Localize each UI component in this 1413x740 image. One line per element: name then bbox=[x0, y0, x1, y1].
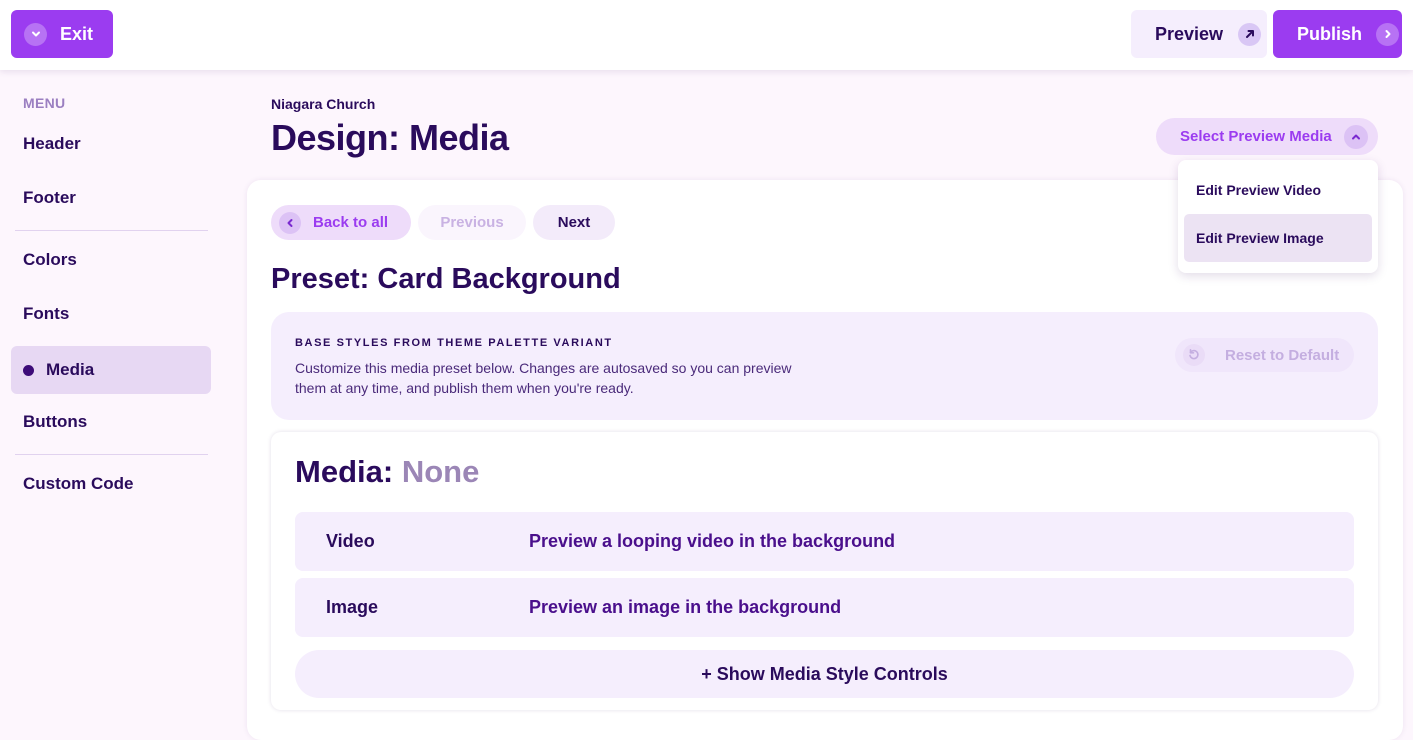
publish-button[interactable]: Publish bbox=[1273, 10, 1402, 58]
sidebar-item-label: Header bbox=[23, 134, 81, 153]
base-styles-label: BASE STYLES FROM THEME PALETTE VARIANT bbox=[295, 337, 613, 349]
preview-media-dropdown: Edit Preview Video Edit Preview Image bbox=[1178, 160, 1378, 273]
edit-preview-video-option[interactable]: Edit Preview Video bbox=[1184, 166, 1372, 214]
sidebar-item-media[interactable]: Media bbox=[11, 346, 211, 394]
media-card: Media: None Video Preview a looping vide… bbox=[271, 432, 1378, 710]
sidebar-item-label: Buttons bbox=[23, 412, 88, 431]
sidebar: MENU Header Footer Colors Fonts Media Bu… bbox=[0, 70, 220, 718]
media-title-value: None bbox=[401, 454, 480, 489]
chevron-left-icon bbox=[279, 211, 301, 234]
next-label: Next bbox=[557, 214, 591, 231]
preview-button[interactable]: Preview bbox=[1131, 10, 1267, 58]
sidebar-divider bbox=[15, 454, 208, 455]
exit-button[interactable]: Exit bbox=[11, 10, 113, 58]
sidebar-item-label: Fonts bbox=[23, 304, 70, 323]
sidebar-item-label: Colors bbox=[23, 250, 77, 269]
publish-label: Publish bbox=[1297, 23, 1363, 44]
sidebar-item-label: Custom Code bbox=[23, 474, 134, 493]
sidebar-item-buttons[interactable]: Buttons bbox=[11, 398, 211, 446]
media-option-image[interactable]: Image Preview an image in the background bbox=[295, 578, 1354, 637]
chevron-right-icon bbox=[1376, 22, 1400, 46]
base-styles-description: Customize this media preset below. Chang… bbox=[295, 360, 792, 396]
sidebar-item-label: Media bbox=[46, 360, 95, 379]
preview-label: Preview bbox=[1155, 23, 1224, 44]
media-option-name: Image bbox=[326, 597, 379, 617]
menu-label: MENU bbox=[23, 95, 66, 111]
next-button[interactable]: Next bbox=[533, 205, 615, 240]
reset-icon bbox=[1183, 344, 1205, 366]
previous-button[interactable]: Previous bbox=[418, 205, 526, 240]
dropdown-item-label: Edit Preview Video bbox=[1196, 182, 1322, 198]
base-styles-panel: BASE STYLES FROM THEME PALETTE VARIANT C… bbox=[271, 312, 1378, 420]
reset-to-default-button[interactable]: Reset to Default bbox=[1175, 338, 1354, 372]
sidebar-item-label: Footer bbox=[23, 188, 76, 207]
sidebar-item-footer[interactable]: Footer bbox=[11, 174, 211, 222]
select-preview-media-label: Select Preview Media bbox=[1180, 128, 1332, 145]
top-bar: Exit Preview Publish bbox=[0, 0, 1413, 70]
sidebar-item-fonts[interactable]: Fonts bbox=[11, 290, 211, 338]
page-title: Design: Media bbox=[271, 117, 509, 158]
previous-label: Previous bbox=[440, 214, 504, 231]
media-option-description: Preview an image in the background bbox=[529, 597, 842, 617]
org-name: Niagara Church bbox=[271, 96, 376, 112]
sidebar-divider bbox=[15, 230, 208, 231]
sidebar-item-header[interactable]: Header bbox=[11, 120, 211, 168]
reset-to-default-label: Reset to Default bbox=[1225, 346, 1340, 364]
show-media-style-controls-button[interactable]: + Show Media Style Controls bbox=[295, 650, 1354, 698]
active-dot-icon bbox=[23, 364, 34, 376]
chevron-down-icon bbox=[24, 22, 47, 46]
select-preview-media-button[interactable]: Select Preview Media bbox=[1156, 118, 1378, 155]
media-title-prefix: Media: bbox=[295, 454, 394, 489]
sidebar-item-custom-code[interactable]: Custom Code bbox=[11, 460, 211, 508]
back-to-all-label: Back to all bbox=[313, 214, 389, 231]
dropdown-item-label: Edit Preview Image bbox=[1196, 230, 1324, 246]
media-option-name: Video bbox=[326, 531, 375, 551]
external-link-icon bbox=[1238, 22, 1262, 46]
exit-label: Exit bbox=[60, 23, 94, 44]
back-to-all-button[interactable]: Back to all bbox=[271, 205, 411, 240]
preset-title: Preset: Card Background bbox=[271, 263, 621, 295]
edit-preview-image-option[interactable]: Edit Preview Image bbox=[1184, 214, 1372, 262]
media-title: Media: None bbox=[295, 454, 479, 490]
media-option-description: Preview a looping video in the backgroun… bbox=[529, 531, 896, 551]
chevron-up-icon bbox=[1343, 124, 1368, 149]
sidebar-item-colors[interactable]: Colors bbox=[11, 236, 211, 284]
media-option-video[interactable]: Video Preview a looping video in the bac… bbox=[295, 512, 1354, 571]
